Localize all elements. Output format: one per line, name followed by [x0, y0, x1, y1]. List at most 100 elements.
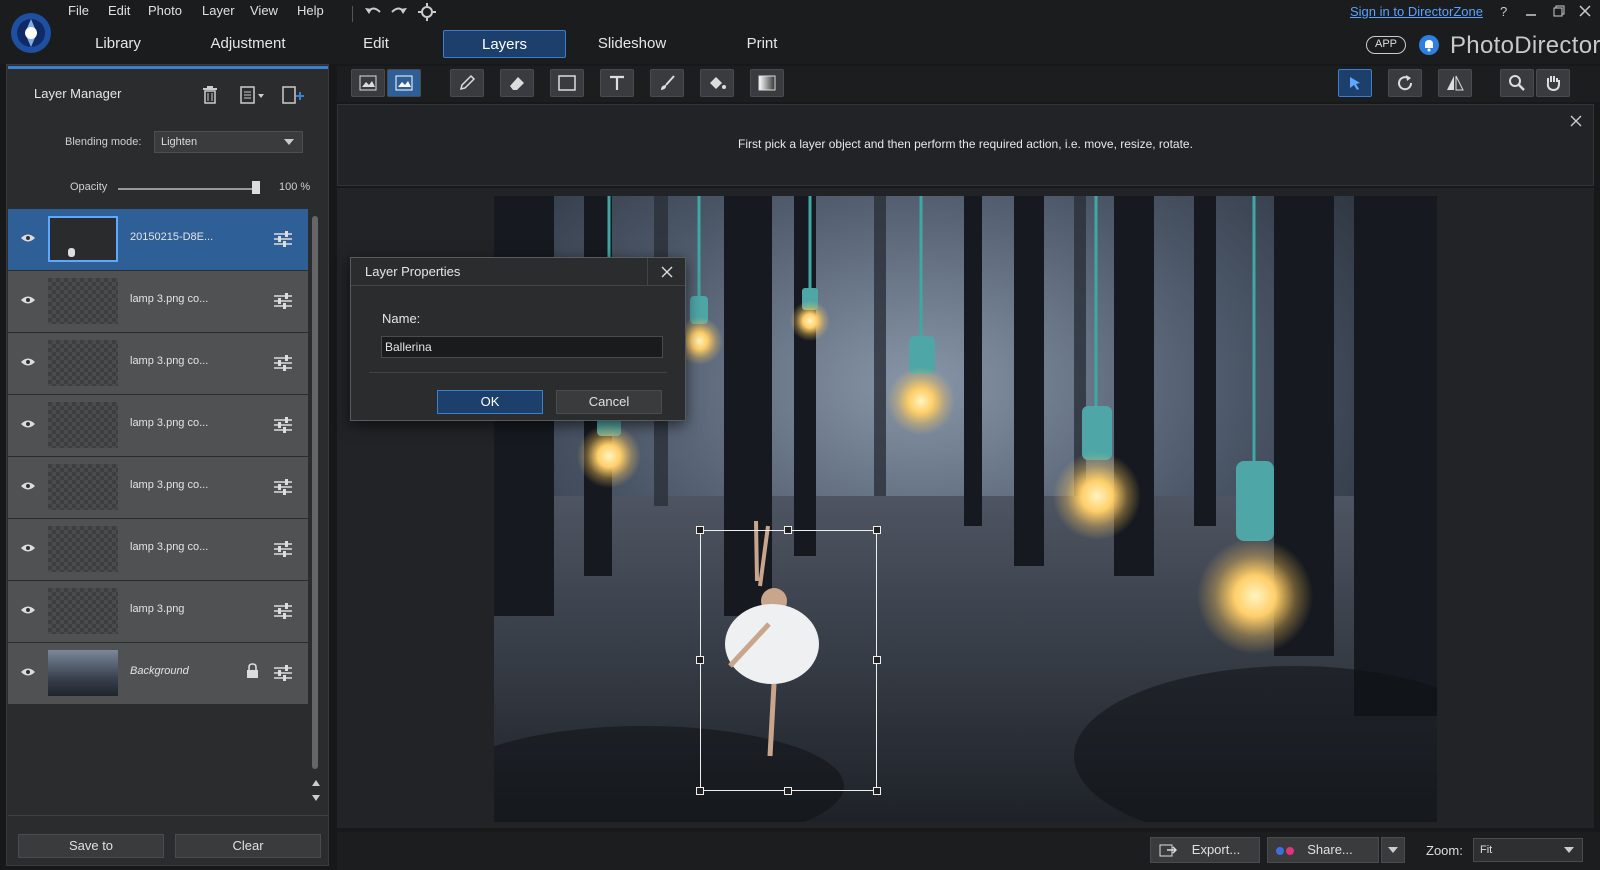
resize-handle[interactable] — [784, 526, 792, 534]
eye-icon[interactable] — [20, 481, 36, 491]
export-icon — [1159, 843, 1177, 857]
pan-hand-icon[interactable] — [1536, 69, 1570, 97]
sign-in-link[interactable]: Sign in to DirectorZone — [1350, 4, 1483, 19]
redo-icon[interactable] — [390, 4, 408, 20]
opacity-value: 100 % — [279, 181, 311, 193]
export-button[interactable]: Export... — [1150, 837, 1260, 863]
select-arrow-icon[interactable] — [1338, 69, 1372, 97]
gradient-icon[interactable] — [750, 69, 784, 97]
layer-row[interactable]: lamp 3.png co... — [8, 395, 308, 456]
layer-thumbnail — [48, 216, 118, 262]
cancel-button[interactable]: Cancel — [556, 390, 662, 414]
tab-edit[interactable]: Edit — [326, 30, 426, 58]
menu-photo[interactable]: Photo — [148, 3, 182, 18]
eye-icon[interactable] — [20, 233, 36, 243]
menu-view[interactable]: View — [250, 3, 278, 18]
zoom-tool-icon[interactable] — [1500, 69, 1534, 97]
add-layer-icon[interactable] — [282, 86, 306, 104]
layer-adjust-icon[interactable] — [274, 355, 292, 371]
flip-icon[interactable] — [1438, 69, 1472, 97]
layer-adjust-icon[interactable] — [274, 665, 292, 681]
layer-scrollbar[interactable] — [312, 216, 318, 769]
layer-adjust-icon[interactable] — [274, 541, 292, 557]
scroll-up-icon[interactable] — [312, 780, 320, 786]
brush-icon[interactable] — [650, 69, 684, 97]
menu-layer[interactable]: Layer — [202, 3, 235, 18]
text-tool-icon[interactable] — [600, 69, 634, 97]
layer-row[interactable]: lamp 3.png — [8, 581, 308, 642]
share-label: Share... — [1307, 842, 1353, 857]
layer-adjust-icon[interactable] — [274, 603, 292, 619]
image-object-icon[interactable] — [387, 69, 421, 97]
layer-name-input[interactable] — [381, 336, 663, 358]
minimize-icon[interactable] — [1524, 4, 1538, 18]
resize-handle[interactable] — [784, 787, 792, 795]
rotate-icon[interactable] — [1388, 69, 1422, 97]
notification-bell-icon[interactable] — [1418, 34, 1440, 56]
zoom-select[interactable]: Fit — [1473, 838, 1583, 862]
tab-print[interactable]: Print — [712, 30, 812, 58]
app-badge[interactable]: APP — [1366, 36, 1406, 54]
rectangle-icon[interactable] — [550, 69, 584, 97]
layer-adjust-icon[interactable] — [274, 417, 292, 433]
resize-handle[interactable] — [873, 787, 881, 795]
eye-icon[interactable] — [20, 295, 36, 305]
delete-layer-icon[interactable] — [202, 86, 218, 104]
menu-file[interactable]: File — [68, 3, 89, 18]
share-menu-button[interactable] — [1381, 837, 1405, 863]
help-button[interactable]: ? — [1500, 4, 1507, 19]
lock-icon — [246, 663, 259, 679]
layer-adjust-icon[interactable] — [274, 293, 292, 309]
layer-adjust-icon[interactable] — [274, 231, 292, 247]
resize-handle[interactable] — [696, 656, 704, 664]
settings-gear-icon[interactable] — [418, 3, 436, 21]
share-button[interactable]: Share... — [1267, 837, 1379, 863]
ok-button[interactable]: OK — [437, 390, 543, 414]
resize-handle[interactable] — [873, 526, 881, 534]
eye-icon[interactable] — [20, 419, 36, 429]
eye-icon[interactable] — [20, 357, 36, 367]
menu-edit[interactable]: Edit — [108, 3, 130, 18]
restore-icon[interactable] — [1552, 4, 1566, 18]
tab-layers[interactable]: Layers — [443, 30, 566, 58]
tab-slideshow[interactable]: Slideshow — [582, 30, 682, 58]
scroll-down-icon[interactable] — [312, 795, 320, 801]
dialog-close-icon[interactable] — [661, 266, 673, 278]
opacity-slider-track[interactable] — [118, 188, 258, 190]
fit-layers-icon[interactable] — [351, 69, 385, 97]
eraser-icon[interactable] — [500, 69, 534, 97]
eye-icon[interactable] — [20, 543, 36, 553]
opacity-label: Opacity — [70, 181, 108, 193]
tab-library[interactable]: Library — [68, 30, 168, 58]
layer-options-icon[interactable] — [240, 86, 266, 104]
close-hint-icon[interactable] — [1570, 115, 1582, 127]
layer-adjust-icon[interactable] — [274, 479, 292, 495]
app-logo-icon — [10, 12, 52, 54]
layer-row[interactable]: lamp 3.png co... — [8, 457, 308, 518]
layer-row[interactable]: lamp 3.png co... — [8, 519, 308, 580]
share-dots-icon — [1276, 847, 1296, 855]
layer-row[interactable]: Background — [8, 643, 308, 704]
layer-row[interactable]: 20150215-D8E... — [8, 209, 308, 270]
save-to-button[interactable]: Save to — [18, 834, 164, 858]
close-window-icon[interactable] — [1578, 4, 1592, 18]
selection-box[interactable] — [700, 530, 877, 791]
opacity-slider-thumb[interactable] — [252, 181, 260, 194]
resize-handle[interactable] — [873, 656, 881, 664]
menu-help[interactable]: Help — [297, 3, 324, 18]
pencil-icon[interactable] — [450, 69, 484, 97]
undo-icon[interactable] — [364, 4, 382, 20]
tab-adjustment[interactable]: Adjustment — [188, 30, 308, 58]
layer-row[interactable]: lamp 3.png co... — [8, 271, 308, 332]
eye-icon[interactable] — [20, 667, 36, 677]
blending-mode-value: Lighten — [161, 136, 198, 148]
bottom-bar — [337, 832, 1600, 870]
dialog-title-divider — [647, 258, 648, 286]
fill-bucket-icon[interactable] — [700, 69, 734, 97]
clear-button[interactable]: Clear — [175, 834, 321, 858]
eye-icon[interactable] — [20, 605, 36, 615]
resize-handle[interactable] — [696, 787, 704, 795]
layer-row[interactable]: lamp 3.png co... — [8, 333, 308, 394]
resize-handle[interactable] — [696, 526, 704, 534]
blending-mode-select[interactable]: Lighten — [154, 131, 303, 153]
